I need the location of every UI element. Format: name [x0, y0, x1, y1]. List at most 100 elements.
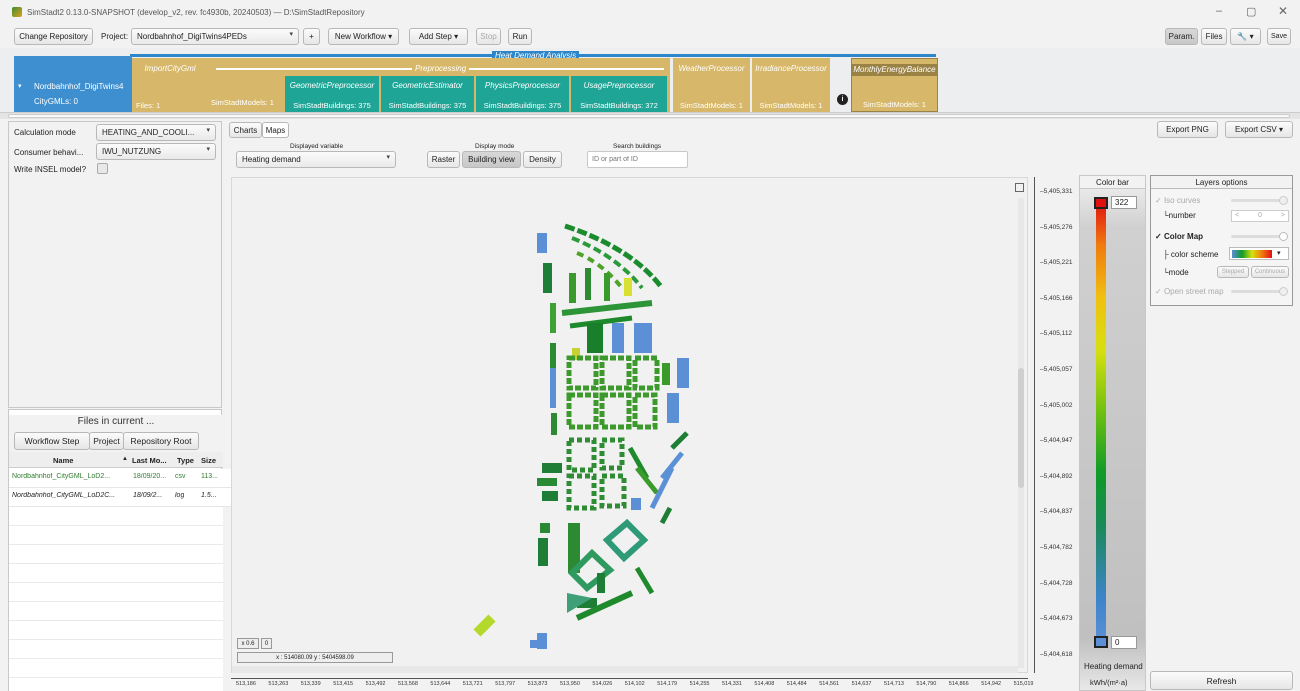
col-type[interactable]: Type: [177, 456, 194, 465]
source-node[interactable]: ▾ Nordbahnhof_DigiTwins4 CityGMLs: 0: [14, 56, 132, 112]
minimize-icon[interactable]: –: [1216, 5, 1222, 17]
close-icon[interactable]: ✕: [1278, 4, 1288, 18]
iso-curves-check[interactable]: ✓ Iso curves: [1155, 196, 1200, 205]
increment-icon[interactable]: >: [1281, 211, 1285, 221]
x-tick-label: 513,721: [462, 681, 483, 687]
files-toggle[interactable]: Files: [1201, 28, 1227, 45]
density-button[interactable]: Density: [523, 151, 562, 168]
add-project-button[interactable]: +: [303, 28, 320, 45]
table-row[interactable]: Nordbahnhof_CityGML_LoD2... 18/09/20... …: [9, 469, 231, 488]
x-tick-label: 514,866: [948, 681, 969, 687]
color-scheme-combo[interactable]: ▾: [1229, 247, 1289, 260]
x-tick-label: 513,339: [300, 681, 321, 687]
step-geometric-preprocessor[interactable]: GeometricPreprocessor SimStadtBuildings:…: [285, 76, 379, 112]
source-count: CityGMLs: 0: [34, 97, 79, 106]
step-usage-preprocessor[interactable]: UsagePreprocessor SimStadtBuildings: 372: [571, 76, 667, 112]
chevron-down-icon: ▾: [1279, 125, 1284, 134]
table-row[interactable]: Nordbahnhof_CityGML_LoD2C... 18/09/2... …: [9, 488, 231, 507]
calc-mode-combo[interactable]: HEATING_AND_COOLI... ▾: [96, 124, 216, 141]
step-import-citygml[interactable]: ImportCityGml Files: 1: [132, 58, 208, 112]
tools-menu-button[interactable]: 🔧 ▾: [1230, 28, 1261, 45]
map-vscroll[interactable]: [1018, 198, 1024, 668]
stepped-button[interactable]: Stepped: [1217, 266, 1249, 278]
wrench-icon: 🔧: [1237, 32, 1248, 41]
x-tick-label: 514,408: [754, 681, 775, 687]
building-view-button[interactable]: Building view: [462, 151, 521, 168]
decrement-icon[interactable]: <: [1235, 211, 1239, 221]
continuous-button[interactable]: Continuous: [1251, 266, 1289, 278]
col-last-modified[interactable]: Last Mo...: [132, 456, 167, 465]
col-name[interactable]: Name: [53, 456, 73, 465]
x-tick-label: 513,186: [236, 681, 256, 687]
osm-slider[interactable]: [1231, 287, 1288, 296]
search-input[interactable]: [587, 151, 688, 168]
max-handle[interactable]: [1094, 197, 1108, 209]
models-count: SimStadtModels: 1: [211, 98, 274, 107]
run-button[interactable]: Run: [508, 28, 532, 45]
x-axis-line: [231, 678, 1028, 679]
step-monthly-energy-balance[interactable]: MonthlyEnergyBalance SimStadtModels: 1: [851, 58, 938, 112]
layers-panel: Layers options ✓ Iso curves └number <0 > …: [1150, 175, 1293, 306]
step-geometric-estimator[interactable]: GeometricEstimator SimStadtBuildings: 37…: [381, 76, 474, 112]
iso-curves-slider[interactable]: [1231, 196, 1288, 205]
min-input[interactable]: 0: [1111, 636, 1137, 649]
step-irradiance-processor[interactable]: IrradianceProcessor SimStadtModels: 1: [752, 58, 830, 112]
change-repository-button[interactable]: Change Repository: [14, 28, 93, 45]
export-png-button[interactable]: Export PNG: [1157, 121, 1218, 138]
preprocessing-title: Preprocessing: [412, 64, 470, 73]
y-tick-label: –5,404,728: [1040, 579, 1073, 587]
consumer-combo[interactable]: IWU_NUTZUNG ▾: [96, 143, 216, 160]
insel-checkbox[interactable]: [97, 163, 108, 174]
y-tick-label: –5,404,618: [1040, 650, 1073, 658]
building-footprints: [473, 223, 689, 649]
fullscreen-icon[interactable]: [1015, 183, 1024, 192]
refresh-button[interactable]: Refresh: [1150, 671, 1293, 690]
y-tick-label: –5,404,782: [1040, 544, 1073, 551]
export-csv-button[interactable]: Export CSV ▾: [1225, 121, 1293, 138]
y-tick-label: –5,404,892: [1040, 472, 1073, 480]
colorbar-panel: Color bar 322 0 Heating demand kWh/(m²·a…: [1079, 175, 1146, 691]
color-map-slider[interactable]: [1231, 232, 1288, 241]
param-toggle[interactable]: Param.: [1165, 28, 1198, 45]
step-physics-preprocessor[interactable]: PhysicsPreprocessor SimStadtBuildings: 3…: [476, 76, 569, 112]
tab-workflow-step[interactable]: Workflow Step: [14, 432, 90, 450]
tab-repository-root[interactable]: Repository Root: [123, 432, 199, 450]
min-handle[interactable]: [1094, 636, 1108, 648]
x-tick-label: 514,026: [592, 681, 613, 687]
x-tick-label: 515,019: [1013, 681, 1034, 687]
workflow-scrollbar[interactable]: [0, 112, 1300, 119]
maximize-icon[interactable]: ▢: [1246, 5, 1256, 18]
zoom-reset-button[interactable]: 0: [261, 638, 272, 649]
step-weather-processor[interactable]: WeatherProcessor SimStadtModels: 1: [673, 58, 750, 112]
y-tick-label: –5,405,002: [1040, 401, 1073, 409]
number-spinner[interactable]: <0 >: [1231, 210, 1289, 222]
search-label: Search buildings: [613, 143, 662, 150]
add-step-button[interactable]: Add Step ▾: [409, 28, 468, 45]
col-size[interactable]: Size: [201, 456, 216, 465]
tab-maps[interactable]: Maps: [262, 122, 289, 138]
stop-button[interactable]: Stop: [476, 28, 501, 45]
workflow-area: Heat Demand Analysis ▾ Nordbahnhof_DigiT…: [0, 48, 1300, 114]
files-table-header: Name ▲ Last Mo... Type Size: [9, 452, 223, 468]
layers-title: Layers options: [1151, 176, 1292, 189]
y-tick-label: –5,405,276: [1040, 223, 1073, 231]
raster-button[interactable]: Raster: [427, 151, 460, 168]
number-label: └number: [1163, 211, 1196, 220]
window-title: SimStadt2 0.13.0-SNAPSHOT (develop_v2, r…: [27, 8, 365, 17]
save-button[interactable]: Save: [1267, 28, 1291, 45]
open-street-map-check[interactable]: ✓ Open street map: [1155, 287, 1224, 296]
tab-charts[interactable]: Charts: [229, 122, 262, 138]
map-hscroll[interactable]: [232, 666, 1018, 673]
displayed-variable-combo[interactable]: Heating demand ▾: [236, 151, 396, 168]
new-workflow-button[interactable]: New Workflow ▾: [328, 28, 399, 45]
collapse-icon[interactable]: ▾: [18, 82, 22, 90]
x-tick-label: 513,873: [527, 681, 548, 687]
info-icon[interactable]: i: [837, 94, 848, 105]
map-canvas[interactable]: x 0.6 0 x : 514080.09 y : 5404598.09: [231, 177, 1028, 673]
max-input[interactable]: 322: [1111, 196, 1137, 209]
x-tick-label: 513,644: [430, 681, 451, 687]
tab-project[interactable]: Project: [89, 432, 124, 450]
colorbar-gradient: [1096, 201, 1106, 641]
project-combo[interactable]: Nordbahnhof_DigiTwins4PEDs ▾: [131, 28, 299, 45]
color-map-check[interactable]: ✓ Color Map: [1155, 232, 1203, 241]
